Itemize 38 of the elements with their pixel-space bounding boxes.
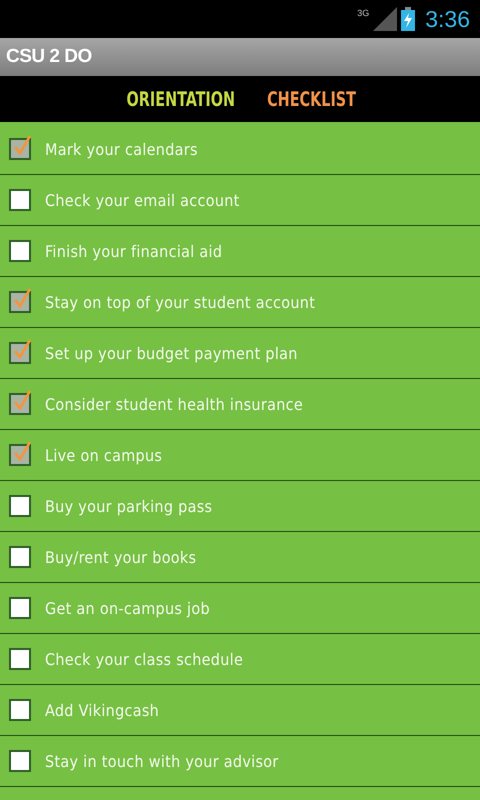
battery-charging-icon: [401, 7, 416, 31]
task-label: Check your class schedule: [45, 650, 244, 668]
task-label: Consider student health insurance: [45, 394, 303, 414]
task-label: Stay in touch with your advisor: [45, 752, 279, 770]
task-label: Get an on-campus job: [45, 598, 210, 618]
check-icon: [12, 440, 32, 462]
checkbox[interactable]: [9, 189, 31, 211]
clock-time: 3:36: [425, 6, 470, 32]
task-label: Set up your budget payment plan: [45, 344, 298, 362]
task-label: Buy your parking pass: [45, 496, 212, 516]
task-label: Stay on top of your student account: [45, 292, 316, 312]
task-label: Add Vikingcash: [45, 700, 160, 720]
checkbox[interactable]: [9, 138, 31, 160]
check-icon: [12, 134, 32, 156]
checkbox[interactable]: [9, 393, 31, 415]
checkbox[interactable]: [9, 648, 31, 670]
check-icon: [12, 338, 32, 360]
task-label: Live on campus: [45, 446, 162, 464]
header-word: CHECKLIST: [266, 87, 356, 111]
checkbox[interactable]: [9, 699, 31, 721]
checkbox[interactable]: [9, 546, 31, 568]
checkbox[interactable]: [9, 291, 31, 313]
task-label: Buy/rent your books: [45, 548, 196, 566]
check-icon: [12, 287, 32, 309]
task-label: Check your email account: [45, 190, 240, 210]
signal-icon: [373, 7, 398, 31]
app-title: CSU 2 DO: [6, 46, 92, 68]
checkbox[interactable]: [9, 444, 31, 466]
checkbox[interactable]: [9, 240, 31, 262]
checkbox[interactable]: [9, 750, 31, 772]
checkbox[interactable]: [9, 597, 31, 619]
checkbox[interactable]: [9, 342, 31, 364]
network-type: 3G: [357, 8, 370, 18]
task-label: Finish your financial aid: [45, 242, 222, 260]
checkbox[interactable]: [9, 495, 31, 517]
header-word: ORIENTATION: [126, 87, 236, 111]
task-label: Mark your calendars: [45, 140, 198, 158]
check-icon: [12, 389, 32, 411]
